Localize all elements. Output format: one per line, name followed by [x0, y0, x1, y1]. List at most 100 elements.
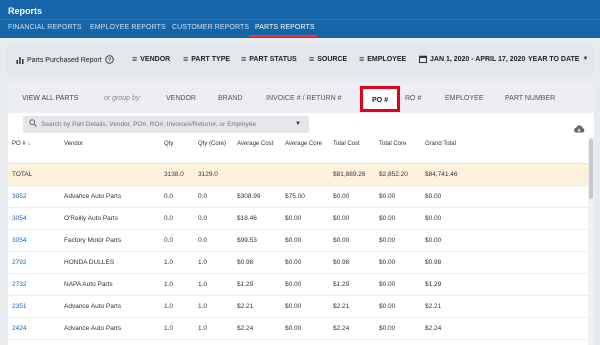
- cell-grand-total: $0.00: [421, 207, 594, 230]
- tab-financial-reports[interactable]: FINANCIAL REPORTS: [8, 24, 82, 31]
- group-by-label: or group by:: [104, 95, 142, 102]
- app-title: Reports: [8, 6, 43, 16]
- cell-total-core: $0.00: [375, 273, 421, 296]
- help-icon[interactable]: ?: [104, 55, 114, 65]
- tab-parts-reports[interactable]: PARTS REPORTS: [255, 24, 315, 31]
- cell-vendor: Advance Auto Parts: [60, 185, 160, 208]
- report-name: Parts Purchased Report: [27, 56, 102, 64]
- cell-vendor: Advance Auto Parts: [60, 295, 160, 318]
- employee-filter[interactable]: ≡ EMPLOYEE: [359, 55, 407, 64]
- period-label: YEAR TO DATE: [528, 55, 580, 63]
- part-status-filter[interactable]: ≡ PART STATUS: [241, 54, 297, 64]
- scrollbar-thumb[interactable]: [589, 139, 593, 199]
- source-filter[interactable]: ≡ SOURCE: [309, 54, 348, 64]
- search-input[interactable]: [41, 119, 291, 130]
- cell-vendor: Factory Motor Parts: [60, 229, 160, 252]
- bar-chart-icon: [16, 56, 24, 65]
- column-header-average-cost[interactable]: Average Cost: [233, 137, 281, 164]
- cell-total-cost: $2.34: [329, 339, 375, 345]
- cell-po-number[interactable]: 2792: [8, 251, 60, 274]
- cell-grand-total: $1.29: [421, 273, 594, 296]
- total-qty: 3138.0: [160, 163, 194, 186]
- table-row[interactable]: 3054 Factory Motor Parts 0.0 0.0 $99.53 $0.00…: [8, 229, 594, 252]
- filter-icon: ≡: [241, 54, 247, 64]
- column-header-average-core[interactable]: Average Core: [281, 137, 329, 164]
- view-all-parts-button[interactable]: VIEW ALL PARTS: [22, 95, 78, 102]
- chevron-down-icon: ▼: [582, 56, 589, 62]
- group-by-invoice-return[interactable]: INVOICE # / RETURN #: [266, 95, 341, 102]
- cell-average-core: $75.00: [281, 185, 329, 208]
- table-row[interactable]: 2351 Advance Auto Parts 1.0 1.0 $2.21 $0.00 $2…: [8, 295, 594, 318]
- source-filter-label: SOURCE: [317, 55, 348, 63]
- total-average-core: [281, 163, 329, 186]
- cell-total-core: $0.00: [375, 251, 421, 274]
- group-by-po-selected[interactable]: PO #: [360, 86, 400, 112]
- report-selector[interactable]: Parts Purchased Report ?: [16, 55, 114, 65]
- report-tabs: FINANCIAL REPORTS EMPLOYEE REPORTS CUSTO…: [0, 19, 600, 38]
- vendor-filter[interactable]: ≡ VENDOR: [132, 55, 170, 64]
- cell-po-number[interactable]: 2732: [8, 273, 60, 296]
- cell-qty: 1.0: [160, 317, 194, 340]
- cell-po-number[interactable]: 2350: [8, 339, 60, 345]
- total-total-core: $2,852.20: [375, 163, 421, 186]
- cell-average-core: $0.00: [281, 317, 329, 340]
- group-by-employee[interactable]: EMPLOYEE: [445, 95, 484, 102]
- cell-po-number[interactable]: 2351: [8, 295, 60, 318]
- cell-grand-total: $2.34: [421, 339, 594, 345]
- column-header-vendor[interactable]: Vendor: [60, 137, 160, 164]
- table-row[interactable]: 3054 O'Reilly Auto Parts 0.0 0.0 $18.46 $0.00…: [8, 207, 594, 230]
- table-scrollbar[interactable]: [588, 137, 594, 345]
- total-vendor: [60, 163, 160, 186]
- employee-filter-label: EMPLOYEE: [367, 55, 407, 63]
- report-panel: VIEW ALL PARTS or group by: VENDOR BRAND…: [8, 83, 594, 345]
- part-type-filter[interactable]: ≡ PART TYPE: [183, 54, 231, 64]
- cell-grand-total: $2.24: [421, 317, 594, 340]
- cell-total-cost: $0.00: [329, 229, 375, 252]
- group-by-ro[interactable]: RO #: [405, 95, 421, 102]
- tab-employee-reports[interactable]: EMPLOYEE REPORTS: [90, 24, 166, 31]
- cell-total-core: $0.00: [375, 295, 421, 318]
- cell-qty-core: 0.0: [194, 207, 233, 230]
- date-range-picker[interactable]: JAN 1, 2020 - APRIL 17, 2020: [419, 55, 525, 64]
- filter-icon: ≡: [183, 54, 189, 64]
- cell-total-cost: $2.21: [329, 295, 375, 318]
- cell-grand-total: $0.00: [421, 229, 594, 252]
- cell-qty: 1.0: [160, 251, 194, 274]
- chevron-down-icon[interactable]: ▼: [295, 121, 301, 127]
- column-header-total-cost[interactable]: Total Cost: [329, 137, 375, 164]
- group-by-vendor[interactable]: VENDOR: [166, 95, 196, 102]
- group-by-po-label: PO #: [372, 97, 388, 104]
- cell-qty-core: 1.0: [194, 339, 233, 345]
- calendar-icon: [419, 55, 427, 64]
- column-header-po[interactable]: PO # ↓: [8, 137, 60, 164]
- table-row[interactable]: 2792 HONDA DULLES 1.0 1.0 $0.98 $0.00 $0.98 $0.…: [8, 251, 594, 274]
- search-box[interactable]: ▼: [23, 116, 309, 133]
- cell-vendor: NAPA Auto Parts: [60, 273, 160, 296]
- cell-grand-total: $0.98: [421, 251, 594, 274]
- total-grand-total: $84,741.46: [421, 163, 594, 186]
- table-row[interactable]: 3052 Advance Auto Parts 0.0 0.0 $308.99 $75.0…: [8, 185, 594, 208]
- table-row[interactable]: 2732 NAPA Auto Parts 1.0 1.0 $1.29 $0.00 $1.29…: [8, 273, 594, 296]
- active-tab-indicator: [249, 35, 317, 37]
- cell-average-core: $0.00: [281, 207, 329, 230]
- cell-total-cost: $2.24: [329, 317, 375, 340]
- column-header-qty[interactable]: Qty: [160, 137, 194, 164]
- cell-po-number[interactable]: 3052: [8, 185, 60, 208]
- group-by-part-number[interactable]: PART NUMBER: [505, 95, 555, 102]
- column-header-qty-core[interactable]: Qty (Core): [194, 137, 233, 164]
- period-select[interactable]: YEAR TO DATE ▼: [528, 55, 588, 63]
- group-by-brand[interactable]: BRAND: [218, 95, 243, 102]
- column-header-total-core[interactable]: Total Core: [375, 137, 421, 164]
- cell-po-number[interactable]: 3054: [8, 207, 60, 230]
- column-header-grand-total[interactable]: Grand Total: [421, 137, 594, 164]
- date-range-label: JAN 1, 2020 - APRIL 17, 2020: [430, 56, 526, 63]
- cell-po-number[interactable]: 3054: [8, 229, 60, 252]
- cell-average-cost: $2.21: [233, 295, 281, 318]
- cell-po-number[interactable]: 2424: [8, 317, 60, 340]
- tab-customer-reports[interactable]: CUSTOMER REPORTS: [172, 24, 249, 31]
- table-row[interactable]: 2350NAPA Auto Parts1.01.0$2.34$0.00$2.34…: [8, 339, 594, 345]
- cloud-download-icon[interactable]: [573, 120, 585, 133]
- filter-icon: ≡: [309, 54, 315, 64]
- table-row[interactable]: 2424 Advance Auto Parts 1.0 1.0 $2.24 $0.00 $2…: [8, 317, 594, 340]
- part-type-filter-label: PART TYPE: [191, 55, 231, 63]
